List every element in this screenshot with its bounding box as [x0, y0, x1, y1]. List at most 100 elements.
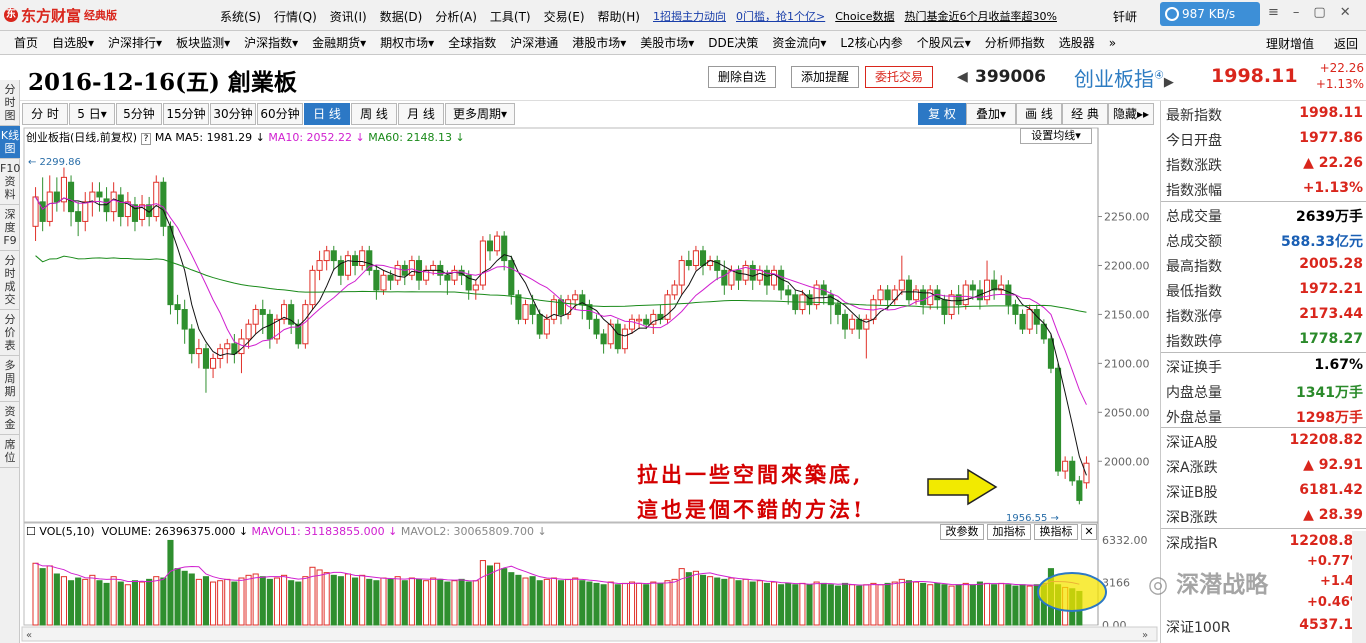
quote-value: 2005.28 — [1299, 256, 1363, 272]
quote-row: 深A涨跌 ▲ 92.91 — [1161, 453, 1366, 478]
quote-label: 指数涨停 — [1166, 309, 1222, 325]
volume-bar — [671, 578, 678, 626]
volume-bar — [806, 584, 813, 626]
help-icon[interactable]: ? — [140, 133, 152, 145]
volume-bar — [643, 584, 650, 626]
candle-body — [501, 235, 508, 262]
candle-body — [430, 264, 437, 271]
set-ma-button[interactable]: 设置均线▾ — [1020, 128, 1092, 144]
candle-body — [252, 309, 259, 325]
volume-bar — [614, 584, 621, 626]
candle-body — [905, 279, 912, 301]
y-tick-label: 2050.00 — [1104, 406, 1150, 419]
candle-body — [472, 284, 479, 291]
speed-indicator[interactable]: 987 KB/s — [1160, 2, 1260, 26]
volume-bar — [103, 582, 110, 626]
volume-bar — [423, 580, 430, 626]
quote-row: 最低指数 1972.21 — [1161, 277, 1366, 302]
quote-separator — [1161, 427, 1366, 428]
volume-bar — [117, 581, 124, 626]
quote-row: 深证A股 12208.82 — [1161, 428, 1366, 453]
volume-bar — [202, 576, 210, 626]
candle-body — [110, 191, 117, 213]
candle-body — [600, 333, 607, 345]
candle-body — [259, 309, 266, 315]
volume-bar — [948, 585, 955, 626]
volume-bar — [714, 577, 721, 626]
menu-icon[interactable]: ≡ — [1268, 5, 1279, 20]
volume-bar — [699, 574, 707, 626]
volume-bar — [437, 578, 444, 626]
volume-bar — [344, 573, 352, 626]
candle-body — [366, 250, 373, 271]
candle-body — [96, 191, 103, 198]
kline-chart[interactable]: 2250.00 2200.00 2150.00 2100.00 2050.00 2000.… — [0, 0, 1160, 643]
volume-bar — [998, 582, 1005, 626]
candle-body — [678, 260, 685, 286]
quote-value: 2173.44 — [1299, 306, 1363, 322]
volume-bar — [1019, 584, 1026, 626]
volume-bar — [543, 578, 550, 626]
candle-body — [699, 250, 707, 266]
quote-label: 最高指数 — [1166, 259, 1222, 275]
volume-bar — [146, 578, 153, 626]
candle-body — [75, 211, 82, 222]
volume-bar — [96, 580, 103, 626]
volume-bar — [863, 584, 870, 626]
volume-bar — [167, 539, 174, 626]
quote-label: 深证换手 — [1166, 360, 1222, 376]
candle-body — [884, 289, 891, 301]
quote-label: 指数涨跌 — [1166, 158, 1222, 174]
candle-body — [181, 309, 188, 330]
volume-bar — [877, 584, 884, 626]
add-indicator-button[interactable]: 加指标 — [987, 524, 1031, 540]
candle-body — [536, 313, 543, 335]
scroll-left-icon: « — [26, 630, 32, 641]
quote-row: 指数涨跌 ▲ 22.26 — [1161, 151, 1366, 176]
volume-bar — [991, 584, 998, 626]
candle-body — [898, 279, 905, 291]
next-arrow-icon[interactable]: ▶ — [1164, 75, 1174, 90]
quote-value: 1298万手 — [1296, 410, 1363, 426]
candle-body — [841, 313, 849, 330]
volume-bar — [366, 578, 373, 626]
maximize-icon[interactable]: ▢ — [1313, 5, 1325, 20]
candle-body — [266, 313, 273, 340]
volume-bar — [181, 570, 188, 626]
dropdown-icon[interactable]: ☐ — [26, 525, 36, 538]
candle-body — [543, 318, 550, 335]
volume-bar — [920, 582, 927, 626]
volume-bar — [586, 581, 593, 626]
candle-body — [174, 304, 181, 311]
switch-indicator-button[interactable]: 换指标 — [1034, 524, 1078, 540]
volume-bar — [678, 568, 685, 626]
volume-bar — [89, 574, 96, 626]
nav-right-item[interactable]: 返回 — [1334, 35, 1358, 52]
quote-row: 深证B股 6181.42 — [1161, 478, 1366, 503]
minimize-icon[interactable]: – — [1293, 5, 1300, 20]
close-panel-icon[interactable]: ✕ — [1081, 524, 1097, 540]
quote-value: 2639万手 — [1296, 209, 1363, 225]
volume-bar — [316, 569, 323, 626]
nav-right-item[interactable]: 理财增值 — [1266, 35, 1314, 52]
volume-bar — [934, 582, 941, 626]
change-params-button[interactable]: 改参数 — [940, 524, 984, 540]
candle-body — [1047, 338, 1055, 369]
volume-bar — [252, 573, 259, 626]
y-tick-label: 2250.00 — [1104, 211, 1150, 224]
volume-bar — [359, 574, 366, 626]
vol-label: VOL(5,10) — [39, 525, 95, 538]
quote-value: 1972.21 — [1299, 281, 1363, 297]
close-icon[interactable]: ✕ — [1340, 5, 1351, 20]
candle-body — [636, 318, 643, 322]
volume-bar — [820, 582, 827, 626]
volume-bar — [479, 560, 486, 626]
volume-bar — [650, 581, 657, 626]
arrow-pointer-icon — [927, 468, 998, 506]
candle-body — [302, 304, 309, 345]
vertical-scrollbar[interactable] — [1352, 531, 1366, 643]
quote-row: 总成交额 588.33亿元 — [1161, 227, 1366, 252]
volume-bar — [380, 577, 387, 626]
candle-body — [806, 294, 813, 306]
quote-label: 指数跌停 — [1166, 334, 1222, 350]
